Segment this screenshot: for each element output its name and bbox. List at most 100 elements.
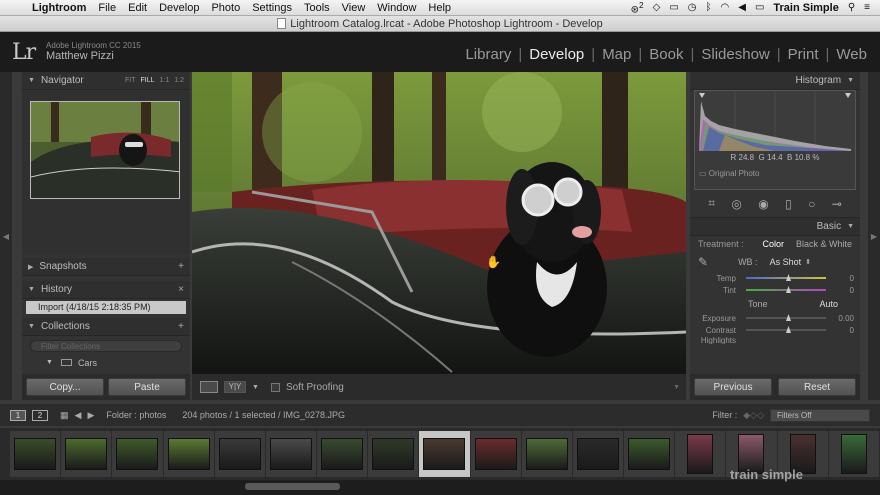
toolbar-menu-icon[interactable]: ▼ <box>673 384 680 391</box>
filmstrip-thumbnail[interactable] <box>828 431 879 477</box>
radial-filter-icon[interactable]: ○ <box>808 197 815 211</box>
flag-filters-icon[interactable]: ◆◇◇ <box>743 410 764 421</box>
graduated-filter-icon[interactable]: ▯ <box>785 197 792 211</box>
navigator-thumbnail[interactable] <box>30 101 180 199</box>
filmstrip-thumbnail[interactable] <box>675 431 726 477</box>
highlights-slider[interactable]: Highlights <box>690 336 860 344</box>
filter-select[interactable]: Filters Off <box>770 408 870 422</box>
menu-file[interactable]: File <box>92 2 122 14</box>
back-arrow-icon[interactable]: ◀ <box>75 410 82 421</box>
history-header[interactable]: ▼ History × <box>22 281 190 299</box>
wifi-icon[interactable]: ◠ <box>721 2 730 13</box>
filmstrip-thumbnail[interactable] <box>624 431 675 477</box>
filmstrip-thumbnail[interactable] <box>368 431 419 477</box>
zoom-fit[interactable]: FIT <box>125 77 136 84</box>
module-web[interactable]: Web <box>829 46 874 63</box>
wb-select[interactable]: As Shot <box>770 257 802 267</box>
filmstrip-thumbnail[interactable] <box>10 431 61 477</box>
filmstrip-scroll-thumb[interactable] <box>245 483 340 490</box>
basic-header[interactable]: Basic ▼ <box>690 218 860 236</box>
forward-arrow-icon[interactable]: ▶ <box>87 410 94 421</box>
airplay-icon[interactable]: ▭ <box>669 2 678 13</box>
filmstrip-thumbnail[interactable] <box>572 431 624 477</box>
module-develop[interactable]: Develop <box>522 46 591 63</box>
treatment-bw-option[interactable]: Black & White <box>796 239 852 249</box>
navigator-preview[interactable] <box>22 90 190 254</box>
spot-removal-tool-icon[interactable]: ◎ <box>731 197 741 211</box>
filmstrip-scrollbar[interactable] <box>0 480 880 495</box>
filmstrip-thumbnail[interactable] <box>163 431 214 477</box>
add-collection-icon[interactable]: + <box>178 321 184 332</box>
view-dropdown-icon[interactable]: ▼ <box>252 384 259 391</box>
module-book[interactable]: Book <box>642 46 690 63</box>
zoom-1-1[interactable]: 1:1 <box>160 77 170 84</box>
menu-window[interactable]: Window <box>371 2 422 14</box>
collections-header[interactable]: ▼ Collections + <box>22 318 190 336</box>
snapshots-header[interactable]: ▶ Snapshots + <box>22 258 190 276</box>
volume-icon[interactable]: ◀ <box>738 2 746 13</box>
menu-photo[interactable]: Photo <box>205 2 246 14</box>
filmstrip-thumbnail[interactable] <box>61 431 112 477</box>
spotlight-icon[interactable]: ⚲ <box>848 2 855 13</box>
menu-help[interactable]: Help <box>422 2 457 14</box>
adjustment-brush-icon[interactable]: ⊸ <box>832 197 842 211</box>
reset-button[interactable]: Reset <box>778 378 856 396</box>
wb-dropdown-icon[interactable]: ⬍ <box>805 258 811 266</box>
paste-button[interactable]: Paste <box>108 378 186 396</box>
user-name[interactable]: Train Simple <box>773 2 838 14</box>
menu-lightroom[interactable]: Lightroom <box>26 2 92 14</box>
collection-set-cars[interactable]: ▼ Cars <box>22 356 190 369</box>
red-eye-tool-icon[interactable]: ◉ <box>758 197 768 211</box>
right-panel-toggle[interactable]: ▶ <box>868 72 880 400</box>
menu-edit[interactable]: Edit <box>122 2 153 14</box>
main-photo[interactable]: ✋ <box>192 72 686 374</box>
bluetooth-icon[interactable]: ᛒ <box>706 2 712 13</box>
filmstrip-thumbnail[interactable] <box>470 431 521 477</box>
contrast-slider[interactable]: Contrast 0 <box>690 324 860 336</box>
exposure-slider[interactable]: Exposure 0.00 <box>690 312 860 324</box>
histogram-header[interactable]: Histogram ▼ <box>690 72 860 90</box>
module-slideshow[interactable]: Slideshow <box>694 46 776 63</box>
before-after-button[interactable]: Y|Y <box>224 381 246 393</box>
primary-screen-button[interactable]: 1 <box>10 409 26 421</box>
treatment-color-option[interactable]: Color <box>762 239 784 249</box>
menu-develop[interactable]: Develop <box>153 2 205 14</box>
add-snapshot-icon[interactable]: + <box>178 261 184 272</box>
grid-view-icon[interactable]: ▦ <box>60 410 69 421</box>
filmstrip-thumbnail[interactable] <box>317 431 368 477</box>
soft-proofing-checkbox[interactable] <box>270 382 280 392</box>
filmstrip-thumbnail[interactable] <box>112 431 163 477</box>
menu-view[interactable]: View <box>336 2 372 14</box>
battery-icon[interactable]: ▭ <box>755 2 764 13</box>
menu-settings[interactable]: Settings <box>246 2 298 14</box>
wb-eyedropper-icon[interactable]: ✎ <box>698 255 708 269</box>
temp-slider[interactable]: Temp 0 <box>690 272 860 284</box>
timemachine-icon[interactable]: ◷ <box>688 2 697 13</box>
navigator-header[interactable]: ▼ Navigator FIT FILL 1:1 1:2 <box>22 72 190 90</box>
dropbox-icon[interactable]: ◇ <box>653 2 661 13</box>
copy-button[interactable]: Copy... <box>26 378 104 396</box>
collections-search-input[interactable]: Filter Collections <box>30 340 182 352</box>
zoom-1-2[interactable]: 1:2 <box>174 77 184 84</box>
filmstrip-thumbnail[interactable] <box>419 431 470 477</box>
history-item[interactable]: Import (4/18/15 2:18:35 PM) <box>26 301 186 314</box>
photo-count[interactable]: 204 photos / 1 selected / IMG_0278.JPG <box>182 410 345 420</box>
identity-plate[interactable]: Adobe Lightroom CC 2015 Matthew Pizzi <box>46 40 141 62</box>
module-map[interactable]: Map <box>595 46 638 63</box>
auto-tone-button[interactable]: Auto <box>819 299 838 309</box>
secondary-screen-button[interactable]: 2 <box>32 409 48 421</box>
filmstrip-thumbnail[interactable] <box>521 431 572 477</box>
menu-tools[interactable]: Tools <box>298 2 336 14</box>
tint-slider[interactable]: Tint 0 <box>690 284 860 296</box>
filmstrip-thumbnail[interactable] <box>265 431 317 477</box>
histogram[interactable]: R 24.8 G 14.4 B 10.8 % ▭ Original Photo <box>694 90 856 190</box>
crop-tool-icon[interactable]: ⌗ <box>708 196 715 211</box>
notification-center-icon[interactable]: ≡ <box>864 2 870 13</box>
previous-button[interactable]: Previous <box>694 378 772 396</box>
module-print[interactable]: Print <box>781 46 826 63</box>
filmstrip-thumbnail[interactable] <box>214 431 265 477</box>
zoom-fill[interactable]: FILL <box>141 77 155 84</box>
module-library[interactable]: Library <box>458 46 518 63</box>
expand-triangle-icon[interactable]: ▼ <box>46 359 53 366</box>
notification-icon[interactable]: ⊛2 <box>631 0 644 15</box>
